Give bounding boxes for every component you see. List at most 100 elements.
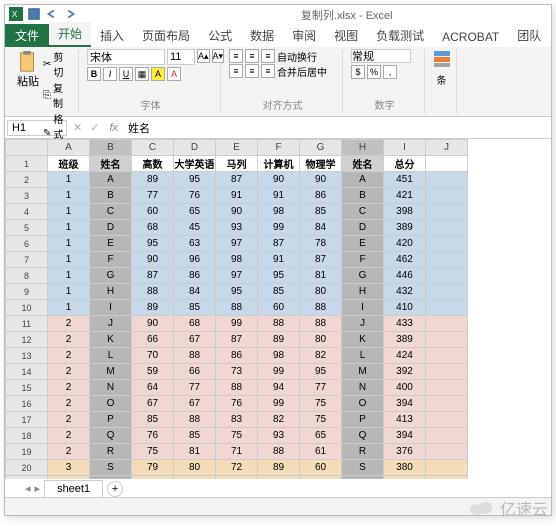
cell[interactable]: 91: [258, 188, 300, 204]
cell[interactable]: 2: [48, 332, 90, 348]
file-tab[interactable]: 文件: [5, 24, 49, 47]
cell[interactable]: 87: [300, 252, 342, 268]
cell[interactable]: 89: [132, 300, 174, 316]
cell[interactable]: 1: [48, 268, 90, 284]
sheet-nav-prev-icon[interactable]: ◂: [25, 482, 31, 495]
row-header[interactable]: 13: [6, 348, 48, 364]
cell[interactable]: 87: [216, 172, 258, 188]
cell[interactable]: F: [90, 252, 132, 268]
cell[interactable]: 81: [174, 444, 216, 460]
cell[interactable]: I: [90, 300, 132, 316]
cell[interactable]: [426, 380, 468, 396]
formula-bar[interactable]: 姓名: [124, 119, 551, 137]
cell[interactable]: 物理学: [300, 156, 342, 172]
cell[interactable]: 394: [384, 428, 426, 444]
cell[interactable]: R: [90, 444, 132, 460]
copy-button[interactable]: ⎘复制: [43, 80, 72, 110]
cell[interactable]: 2: [48, 396, 90, 412]
currency-icon[interactable]: $: [351, 65, 365, 79]
cell[interactable]: B: [342, 188, 384, 204]
cell[interactable]: 90: [132, 316, 174, 332]
row-header[interactable]: 19: [6, 444, 48, 460]
cell[interactable]: 96: [174, 252, 216, 268]
cell[interactable]: 2: [48, 428, 90, 444]
cell[interactable]: 76: [216, 396, 258, 412]
cell[interactable]: 370: [384, 476, 426, 480]
cell[interactable]: 99: [258, 364, 300, 380]
cell[interactable]: P: [90, 412, 132, 428]
confirm-icon[interactable]: ✓: [86, 121, 103, 134]
cell[interactable]: 75: [216, 428, 258, 444]
cell[interactable]: 2: [48, 364, 90, 380]
cell[interactable]: 93: [258, 428, 300, 444]
number-format-input[interactable]: [351, 49, 411, 63]
cell[interactable]: 85: [300, 204, 342, 220]
row-header[interactable]: 11: [6, 316, 48, 332]
cell[interactable]: 66: [174, 364, 216, 380]
cell[interactable]: [426, 460, 468, 476]
cell[interactable]: [426, 204, 468, 220]
cell[interactable]: [426, 396, 468, 412]
font-size-input[interactable]: [167, 49, 195, 65]
cell[interactable]: 70: [132, 348, 174, 364]
cell[interactable]: 46: [174, 476, 216, 480]
cell[interactable]: [426, 284, 468, 300]
align-top-icon[interactable]: ≡: [229, 49, 243, 63]
cell[interactable]: 85: [258, 284, 300, 300]
cell[interactable]: 86: [174, 268, 216, 284]
cell[interactable]: [426, 444, 468, 460]
cell[interactable]: Q: [342, 428, 384, 444]
cell[interactable]: 90: [300, 172, 342, 188]
cell[interactable]: 95: [258, 268, 300, 284]
cell[interactable]: 91: [258, 252, 300, 268]
cell[interactable]: 95: [174, 172, 216, 188]
column-header[interactable]: A: [48, 140, 90, 156]
cell[interactable]: 71: [216, 444, 258, 460]
cell[interactable]: 1: [48, 204, 90, 220]
cell[interactable]: [426, 364, 468, 380]
cell[interactable]: 90: [258, 172, 300, 188]
cell[interactable]: 376: [384, 444, 426, 460]
cell[interactable]: [426, 268, 468, 284]
tab-home[interactable]: 开始: [49, 22, 91, 47]
cell[interactable]: 大学英语: [174, 156, 216, 172]
cell[interactable]: 77: [132, 188, 174, 204]
cell[interactable]: S: [342, 460, 384, 476]
row-header[interactable]: 21: [6, 476, 48, 480]
cell[interactable]: 97: [216, 268, 258, 284]
increase-font-icon[interactable]: A▴: [197, 49, 210, 63]
cell[interactable]: J: [342, 316, 384, 332]
row-header[interactable]: 9: [6, 284, 48, 300]
cell[interactable]: 82: [300, 348, 342, 364]
tab-layout[interactable]: 页面布局: [133, 24, 199, 47]
cell[interactable]: [426, 332, 468, 348]
cell[interactable]: 380: [384, 460, 426, 476]
tab-loadtest[interactable]: 负载测试: [367, 24, 433, 47]
cell[interactable]: 84: [300, 220, 342, 236]
italic-button[interactable]: I: [103, 67, 117, 81]
cell[interactable]: 432: [384, 284, 426, 300]
cell[interactable]: 89: [132, 172, 174, 188]
bold-button[interactable]: B: [87, 67, 101, 81]
cell[interactable]: [426, 300, 468, 316]
row-header[interactable]: 5: [6, 220, 48, 236]
cell[interactable]: 计算机: [258, 156, 300, 172]
cell[interactable]: 82: [258, 412, 300, 428]
cell[interactable]: 83: [132, 476, 174, 480]
cell[interactable]: 2: [48, 412, 90, 428]
cell[interactable]: E: [342, 236, 384, 252]
cell[interactable]: 400: [384, 380, 426, 396]
cell[interactable]: 88: [216, 380, 258, 396]
cell[interactable]: K: [342, 332, 384, 348]
align-right-icon[interactable]: ≡: [261, 64, 275, 78]
cell[interactable]: 60: [258, 300, 300, 316]
column-header[interactable]: B: [90, 140, 132, 156]
cell[interactable]: [426, 252, 468, 268]
cell[interactable]: E: [90, 236, 132, 252]
cell[interactable]: 80: [300, 284, 342, 300]
align-mid-icon[interactable]: ≡: [245, 49, 259, 63]
cell[interactable]: O: [342, 396, 384, 412]
cell[interactable]: 433: [384, 316, 426, 332]
cell[interactable]: 80: [174, 460, 216, 476]
cell[interactable]: 87: [216, 332, 258, 348]
